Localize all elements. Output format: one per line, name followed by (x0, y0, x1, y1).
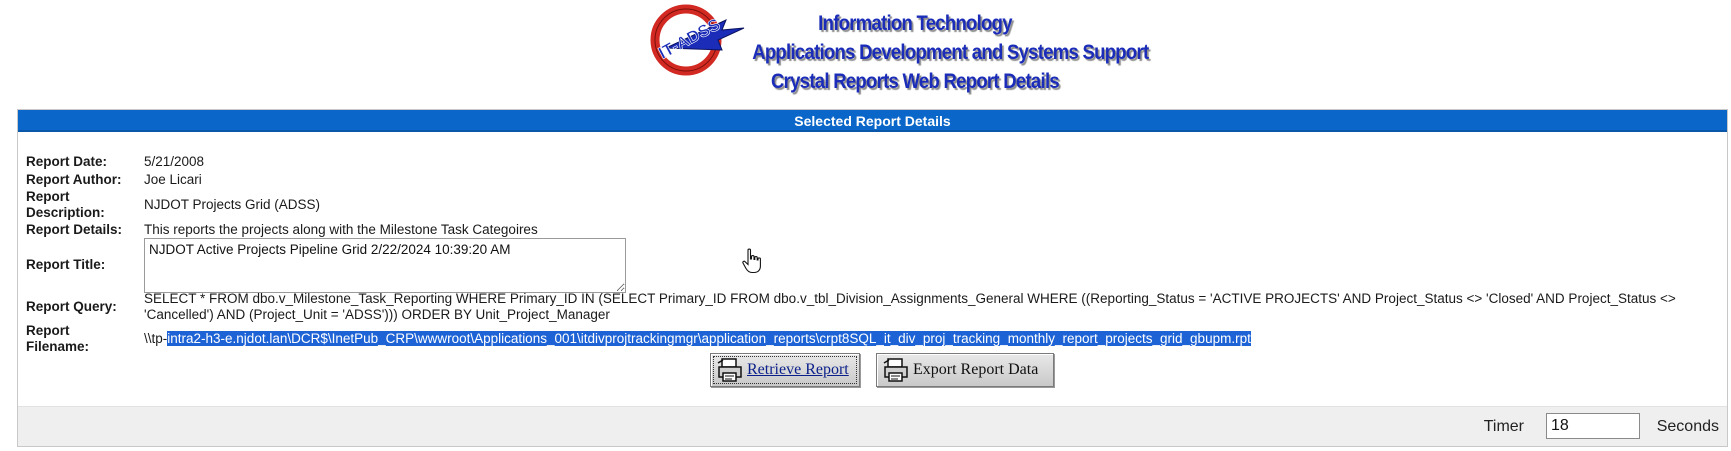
report-query-label: Report Query: (26, 299, 117, 314)
seconds-label: Seconds (1656, 418, 1719, 435)
report-author-value: Joe Licari (144, 172, 202, 187)
report-description-label: Report Description: (26, 189, 105, 220)
header-line-3: Crystal Reports Web Report Details (771, 70, 1060, 93)
report-filename-value[interactable]: \\tp-intra2-h3-e.njdot.lan\DCR$\InetPub_… (144, 331, 1719, 347)
panel-body: Report Date: 5/21/2008 Report Author: Jo… (18, 132, 1727, 446)
report-date-value: 5/21/2008 (144, 154, 205, 169)
report-details-panel: Selected Report Details Report Date: 5/2… (17, 109, 1728, 447)
printer-icon (883, 358, 908, 382)
report-title-textarea[interactable]: NJDOT Active Projects Pipeline Grid 2/22… (144, 238, 626, 293)
report-query-value: SELECT * FROM dbo.v_Milestone_Task_Repor… (144, 291, 1676, 322)
report-title-row: Report Title: NJDOT Active Projects Pipe… (26, 238, 1719, 296)
pointer-hand-cursor-icon (742, 248, 761, 274)
header-title-block: Information Technology Applications Deve… (752, 9, 1149, 96)
report-description-value: NJDOT Projects Grid (ADSS) (144, 197, 321, 212)
report-author-label: Report Author: (26, 172, 122, 187)
timer-input[interactable] (1546, 413, 1640, 439)
retrieve-report-label: Retrieve Report (747, 361, 849, 378)
report-date-label: Report Date: (26, 154, 108, 169)
retrieve-report-button[interactable]: Retrieve Report (710, 353, 860, 387)
report-details-label: Report Details: (26, 222, 123, 237)
export-report-data-label: Export Report Data (913, 361, 1039, 378)
report-filename-label: Report Filename: (26, 323, 90, 354)
it-adss-logo-icon: IT-ADSS (650, 4, 745, 76)
timer-label: Timer (1483, 418, 1524, 435)
report-filename-prefix: \\tp- (144, 331, 168, 346)
report-title-label: Report Title: (26, 257, 106, 272)
report-details-value: This reports the projects along with the… (144, 222, 538, 237)
timer-footer-bar: Timer Seconds (18, 406, 1727, 446)
action-buttons: Retrieve Report Export Report Data (26, 353, 1719, 389)
export-report-data-button[interactable]: Export Report Data (876, 353, 1054, 387)
printer-icon (717, 358, 742, 382)
header-line-2: Applications Development and Systems Sup… (752, 41, 1149, 64)
report-filename-selected-text[interactable]: intra2-h3-e.njdot.lan\DCR$\InetPub_CRP\w… (167, 331, 1251, 346)
panel-title: Selected Report Details (18, 110, 1727, 132)
page-header: IT-ADSS Information Technology Applicati… (0, 0, 1731, 100)
header-line-1: Information Technology (818, 12, 1012, 35)
